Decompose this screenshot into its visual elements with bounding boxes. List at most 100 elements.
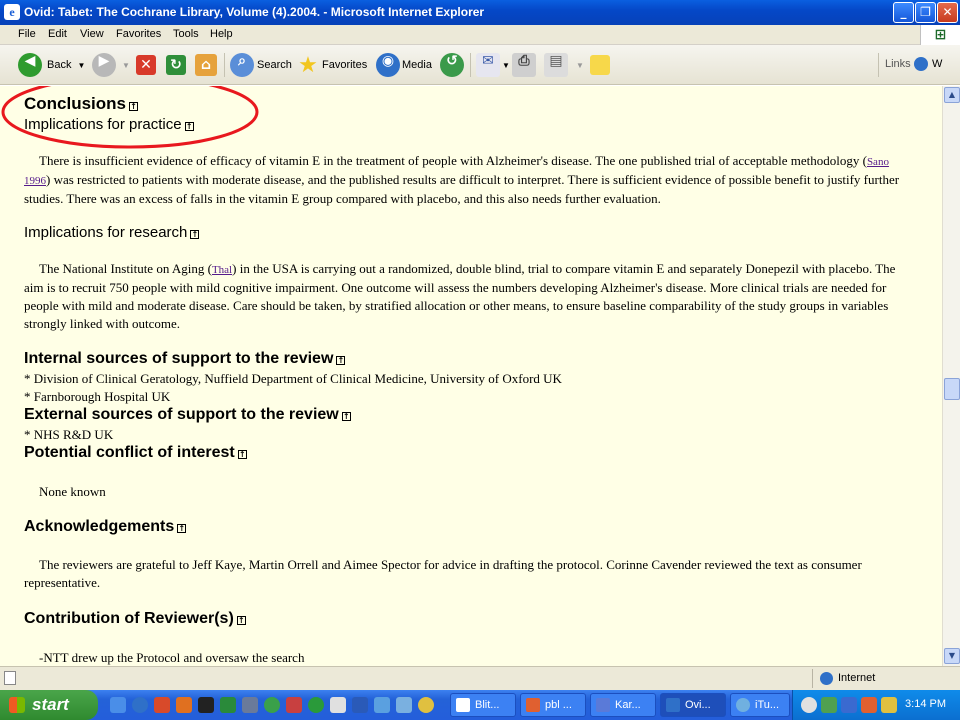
vertical-scrollbar[interactable]: ▲ ▼ [942,86,960,666]
office-quicklaunch-icon[interactable] [154,697,170,713]
favorites-button[interactable]: ★ Favorites [296,51,367,79]
back-to-top-icon[interactable]: ↑ [237,450,247,459]
home-button[interactable]: ⌂ [195,51,217,79]
internal-sources-heading: Internal sources of support to the revie… [24,350,346,367]
toolbar-separator [878,53,879,77]
tray-icon[interactable] [881,697,897,713]
toolbar-separator [470,53,471,77]
back-to-top-icon[interactable]: ↑ [177,524,187,533]
tray-icon[interactable] [861,697,877,713]
taskbar-item[interactable]: Blit... [450,693,516,717]
research-paragraph: The National Institute on Aging (Thal) i… [24,261,896,331]
forward-button[interactable]: ▶ ▼ [92,51,130,79]
plane-quicklaunch-icon[interactable] [198,697,214,713]
powerpoint-quicklaunch-icon[interactable] [176,697,192,713]
contribution-heading: Contribution of Reviewer(s) ↑ [24,610,246,627]
task-icon [526,698,540,712]
menu-bar: File Edit View Favorites Tools Help ⊞ [0,25,960,45]
search-icon: ⌕ [230,53,254,77]
windows-logo-icon: ⊞ [920,25,960,45]
app-quicklaunch-icon[interactable] [242,697,258,713]
start-button[interactable]: start [0,690,98,720]
media-button[interactable]: ◉ Media [376,51,432,79]
menu-favorites[interactable]: Favorites [116,28,161,40]
sticky-note-icon [590,55,610,75]
tray-icon[interactable] [821,697,837,713]
ie-icon: e [4,4,20,20]
taskbar-item[interactable]: Kar... [590,693,656,717]
mail-button[interactable]: ✉ ▼ [476,51,510,79]
maximize-button[interactable]: ❐ [915,2,936,23]
dropdown-arrow-icon: ▼ [502,60,510,70]
close-button[interactable]: ✕ [937,2,958,23]
back-to-top-icon[interactable]: ↑ [341,412,351,421]
window-title: Ovid: Tabet: The Cochrane Library, Volum… [24,5,485,19]
taskbar-item[interactable]: pbl ... [520,693,586,717]
app-quicklaunch-icon[interactable] [264,697,280,713]
dropdown-arrow-icon: ▼ [77,60,86,70]
menu-edit[interactable]: Edit [48,28,67,40]
practice-paragraph: There is insufficient evidence of effica… [24,153,900,206]
app-quicklaunch-icon[interactable] [330,697,346,713]
menu-help[interactable]: Help [210,28,233,40]
internal-source-item: * Farnborough Hospital UK [24,389,171,404]
edit-button[interactable]: ▤ ▼ [544,51,584,79]
links-ie-icon[interactable] [914,57,928,71]
back-to-top-icon[interactable]: ↑ [190,230,200,239]
word-quicklaunch-icon[interactable] [352,697,368,713]
notes-button[interactable] [590,51,610,79]
scroll-down-icon[interactable]: ▼ [944,648,960,664]
quicklaunch-icon[interactable] [110,697,126,713]
acknowledgements-paragraph: The reviewers are grateful to Jeff Kaye,… [24,557,862,590]
home-icon: ⌂ [195,54,217,76]
toolbar: ◀ Back ▼ ▶ ▼ ✕ ↻ ⌂ ⌕ Search ★ Favorites … [0,45,960,85]
menu-file[interactable]: File [18,28,36,40]
menu-view[interactable]: View [80,28,104,40]
tray-icon[interactable] [841,697,857,713]
taskbar-item[interactable]: Ovi... [660,693,726,717]
menu-tools[interactable]: Tools [173,28,199,40]
back-button[interactable]: ◀ Back ▼ [18,51,85,79]
print-button[interactable]: ⎙ [512,51,536,79]
links-overflow[interactable]: W [932,58,942,70]
taskbar: start Blit... pbl ... Kar... Ovi... iTu.… [0,690,960,720]
page-icon [4,671,16,685]
app-quicklaunch-icon[interactable] [418,697,434,713]
status-bar: Internet [0,666,960,690]
tray-icon[interactable] [801,697,817,713]
app-quicklaunch-icon[interactable] [308,697,324,713]
excel-quicklaunch-icon[interactable] [220,697,236,713]
contribution-text: -NTT drew up the Protocol and oversaw th… [39,650,305,665]
refresh-button[interactable]: ↻ [166,51,186,79]
mail-icon: ✉ [476,53,500,77]
scroll-thumb[interactable] [944,378,960,400]
conflict-text: None known [39,484,106,499]
app-quicklaunch-icon[interactable] [374,697,390,713]
toolbar-separator [224,53,225,77]
task-icon [736,698,750,712]
star-icon: ★ [298,53,318,78]
stop-icon: ✕ [136,55,156,75]
back-to-top-icon[interactable]: ↑ [336,356,346,365]
back-to-top-icon[interactable]: ↑ [236,616,246,625]
taskbar-item[interactable]: iTu... [730,693,790,717]
scroll-up-icon[interactable]: ▲ [944,87,960,103]
history-button[interactable]: ↺ [440,51,464,79]
history-icon: ↺ [440,53,464,77]
globe-icon [820,672,833,685]
search-button[interactable]: ⌕ Search [230,51,292,79]
ie-quicklaunch-icon[interactable] [132,697,148,713]
title-bar: e Ovid: Tabet: The Cochrane Library, Vol… [0,0,960,25]
windows-flag-icon [9,697,25,713]
dropdown-arrow-icon: ▼ [122,60,130,70]
app-quicklaunch-icon[interactable] [286,697,302,713]
links-label[interactable]: Links [885,58,911,70]
edit-page-icon: ▤ [544,53,568,77]
clock: 3:14 PM [905,698,946,710]
thal-link[interactable]: Thal [212,264,232,276]
minimize-button[interactable]: _ [893,2,914,23]
task-icon [456,698,470,712]
app-quicklaunch-icon[interactable] [396,697,412,713]
annotation-ellipse [1,86,259,149]
stop-button[interactable]: ✕ [136,51,156,79]
